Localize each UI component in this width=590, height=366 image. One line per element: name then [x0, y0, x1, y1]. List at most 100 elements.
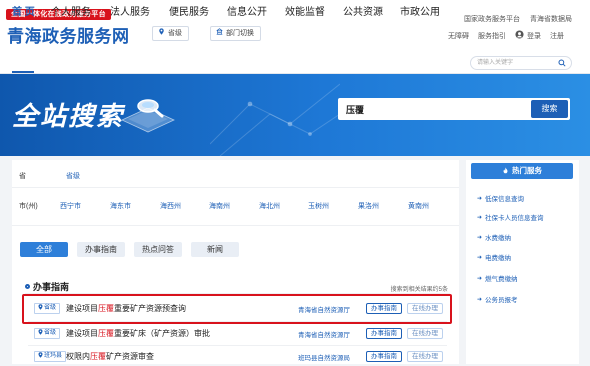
- guide-button[interactable]: 办事指南: [366, 351, 402, 362]
- result-title-highlight: 压覆: [98, 329, 114, 338]
- sidebar-item-label: 社保卡人员信息查询: [485, 215, 544, 222]
- nav-info-disclosure[interactable]: 信息公开: [227, 3, 267, 18]
- city-option-hainan[interactable]: 海南州: [209, 201, 230, 211]
- arrow-right-icon: ➜: [477, 296, 483, 303]
- city-option-xining[interactable]: 西宁市: [60, 201, 81, 211]
- tab-news[interactable]: 新闻: [191, 242, 239, 257]
- nav-corporate-services[interactable]: 法人服务: [110, 3, 150, 18]
- nav-active-indicator: [12, 71, 34, 73]
- city-option-guoluo[interactable]: 果洛州: [358, 201, 379, 211]
- city-filter-label: 市(州): [19, 203, 38, 210]
- national-platform-link[interactable]: 国家政务服务平台: [464, 14, 520, 24]
- region-tag: 班玛县: [34, 351, 67, 362]
- banner-decoration-lines: [210, 83, 340, 156]
- fire-icon: [502, 166, 512, 175]
- arrow-right-icon: ➜: [477, 195, 483, 202]
- location-label: 省级: [168, 30, 182, 37]
- section-bullet-icon: [25, 284, 30, 289]
- region-tag-label: 班玛县: [44, 353, 63, 359]
- service-guide-link[interactable]: 服务指引: [478, 31, 506, 41]
- annotation-highlight-box: [22, 294, 452, 324]
- result-department: 青海省自然资源厅: [298, 332, 350, 339]
- city-option-haixi[interactable]: 海西州: [160, 201, 181, 211]
- tab-service-guide[interactable]: 办事指南: [77, 242, 125, 257]
- online-apply-button[interactable]: 在线办理: [407, 351, 443, 362]
- data-bureau-link[interactable]: 青海省数据局: [530, 14, 572, 24]
- guide-button[interactable]: 办事指南: [366, 328, 402, 339]
- result-title-prefix: 建设项目: [66, 329, 98, 338]
- nav-home[interactable]: 首 页: [12, 3, 35, 18]
- city-option-yushu[interactable]: 玉树州: [308, 201, 329, 211]
- online-apply-button[interactable]: 在线办理: [407, 328, 443, 339]
- sidebar-item-gas-bill[interactable]: ➜ 燃气费缴纳: [477, 273, 518, 284]
- sidebar-item-label: 水费缴纳: [485, 235, 512, 242]
- user-icon: [515, 30, 524, 41]
- city-option-haibei[interactable]: 海北州: [259, 201, 280, 211]
- nav-personal-services[interactable]: 个人服务: [51, 3, 91, 18]
- location-pin-icon: [38, 351, 43, 362]
- result-row[interactable]: 省级 建设项目压覆重要矿床（矿产资源）审批 青海省自然资源厅 办事指南 在线办理: [28, 325, 447, 343]
- province-filter-label: 省: [19, 173, 26, 180]
- arrow-right-icon: ➜: [477, 254, 483, 261]
- nav-municipal-utilities[interactable]: 市政公用: [400, 3, 440, 18]
- search-button[interactable]: 搜索: [531, 100, 568, 118]
- tab-hot-qa[interactable]: 热点问答: [134, 242, 182, 257]
- result-title[interactable]: 建设项目压覆重要矿床（矿产资源）审批: [66, 328, 210, 339]
- site-search-value: 压覆: [346, 105, 365, 115]
- result-title-suffix: 重要矿床（矿产资源）审批: [114, 329, 210, 338]
- sidebar-item-civil-service-exam[interactable]: ➜ 公务员报考: [477, 294, 518, 305]
- hot-services-sidebar: [466, 160, 579, 364]
- result-title-highlight: 压覆: [90, 352, 106, 361]
- nav-search-input[interactable]: 请输入关键字: [470, 56, 572, 70]
- sidebar-item-low-income-query[interactable]: ➜ 低保信息查询: [477, 193, 525, 204]
- region-tag-label: 省级: [44, 330, 57, 336]
- top-links: 国家政务服务平台 青海省数据局: [464, 14, 572, 24]
- filter-divider: [12, 187, 459, 188]
- site-logo-title[interactable]: 青海政务服务网: [7, 22, 130, 47]
- filter-divider-bottom: [12, 225, 459, 226]
- nav-search-placeholder: 请输入关键字: [477, 60, 514, 66]
- sidebar-item-label: 燃气费缴纳: [485, 276, 518, 283]
- dept-switch-button[interactable]: 部门切换: [210, 26, 261, 41]
- banner-title: 全站搜索: [12, 102, 125, 132]
- nav-public-resources[interactable]: 公共资源: [343, 3, 383, 18]
- sidebar-item-label: 公务员报考: [485, 297, 518, 304]
- nav-convenience-services[interactable]: 便民服务: [169, 3, 209, 18]
- city-option-huangnan[interactable]: 黄南州: [408, 201, 429, 211]
- province-filter-option[interactable]: 省级: [66, 171, 80, 181]
- result-title-suffix: 矿产资源审查: [106, 352, 154, 361]
- location-pin-icon: [158, 27, 165, 40]
- section-title-text: 办事指南: [33, 282, 70, 292]
- arrow-right-icon: ➜: [477, 214, 483, 221]
- sidebar-item-water-bill[interactable]: ➜ 水费缴纳: [477, 232, 512, 243]
- building-icon: [216, 27, 223, 40]
- login-link[interactable]: 登录: [515, 30, 541, 41]
- user-links: 无障碍 服务指引 登录 注册: [448, 30, 564, 41]
- city-option-haidong[interactable]: 海东市: [110, 201, 131, 211]
- tab-all[interactable]: 全部: [20, 242, 68, 257]
- location-button[interactable]: 省级: [152, 26, 189, 41]
- location-pin-icon: [38, 328, 43, 339]
- dept-switch-label: 部门切换: [226, 30, 254, 37]
- section-title: 办事指南: [25, 280, 69, 293]
- result-title-prefix: 权限内: [66, 352, 90, 361]
- sidebar-item-social-card-query[interactable]: ➜ 社保卡人员信息查询: [477, 212, 544, 223]
- sidebar-item-label: 电费缴纳: [485, 255, 512, 262]
- sidebar-item-label: 低保信息查询: [485, 196, 525, 203]
- region-tag: 省级: [34, 328, 61, 339]
- arrow-right-icon: ➜: [477, 234, 483, 241]
- arrow-right-icon: ➜: [477, 275, 483, 282]
- login-label: 登录: [527, 32, 541, 40]
- result-title[interactable]: 权限内压覆矿产资源审查: [66, 351, 154, 362]
- hot-services-header[interactable]: 热门服务: [471, 163, 573, 179]
- accessibility-link[interactable]: 无障碍: [448, 31, 469, 41]
- register-link[interactable]: 注册: [550, 31, 564, 41]
- result-count: 搜索到相关结果约5条: [390, 287, 448, 293]
- sidebar-item-electricity-bill[interactable]: ➜ 电费缴纳: [477, 252, 512, 263]
- result-department: 班玛县自然资源局: [298, 355, 350, 362]
- magnifier-platform-icon: [121, 99, 175, 133]
- row-divider: [28, 345, 447, 346]
- hot-services-title: 热门服务: [512, 166, 542, 175]
- result-row[interactable]: 班玛县 权限内压覆矿产资源审查 班玛县自然资源局 办事指南 在线办理: [28, 348, 447, 366]
- nav-efficiency-supervision[interactable]: 效能监督: [285, 3, 325, 18]
